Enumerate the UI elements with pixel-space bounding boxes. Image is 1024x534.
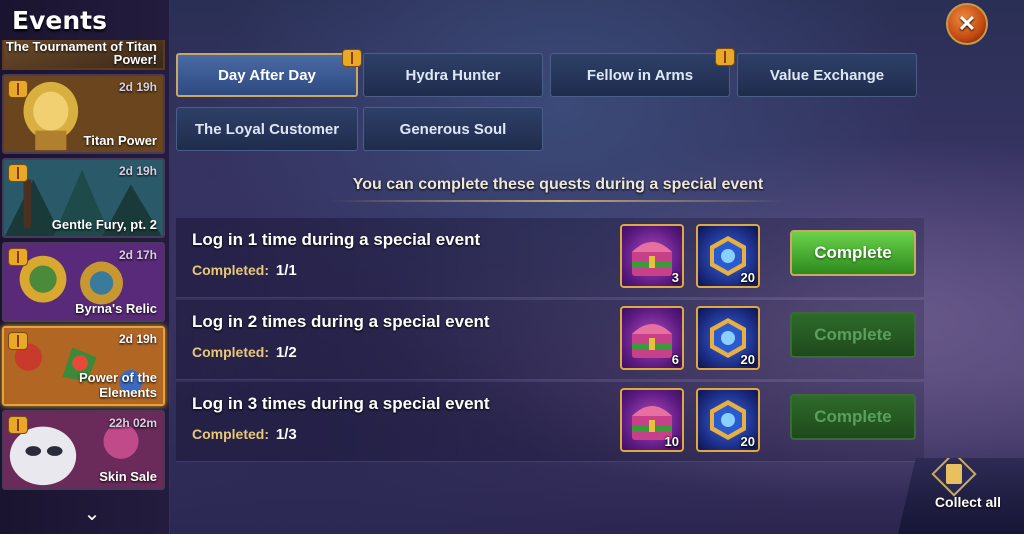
event-tile-name: Titan Power bbox=[83, 133, 157, 148]
event-tile-name: Power of the Elements bbox=[78, 370, 157, 400]
event-timer: 22h 02m bbox=[108, 416, 157, 430]
event-timer: 2d 19h bbox=[118, 332, 157, 346]
event-tile-name: Skin Sale bbox=[99, 469, 157, 484]
reward-count: 20 bbox=[740, 352, 755, 367]
collect-all-button[interactable]: Collect all bbox=[898, 458, 1024, 534]
complete-button[interactable]: Complete bbox=[790, 394, 916, 440]
close-button[interactable]: ✕ bbox=[946, 3, 988, 45]
quest-title: Log in 2 times during a special event bbox=[192, 312, 490, 331]
quest-row: Log in 3 times during a special event Co… bbox=[176, 382, 924, 462]
complete-button[interactable]: Complete bbox=[790, 312, 916, 358]
event-tile-skin-sale[interactable]: 22h 02m Skin Sale bbox=[2, 410, 165, 490]
tab-label: The Loyal Customer bbox=[194, 120, 340, 138]
reward-count: 6 bbox=[671, 352, 679, 367]
tab-label: Value Exchange bbox=[769, 66, 885, 84]
event-tile-name: Byrna's Relic bbox=[75, 301, 157, 316]
reward-count: 20 bbox=[740, 270, 755, 285]
progress-label: Completed: bbox=[192, 344, 269, 360]
tab-label: Generous Soul bbox=[399, 120, 507, 138]
event-tile-name: Gentle Fury, pt. 2 bbox=[51, 217, 157, 232]
event-list: The Tournament of Titan Power! 2d 19h Ti… bbox=[2, 40, 165, 490]
event-tile-tournament[interactable]: The Tournament of Titan Power! bbox=[2, 40, 165, 70]
gift-icon bbox=[8, 416, 28, 434]
quest-title: Log in 3 times during a special event bbox=[192, 394, 490, 413]
event-tile-name: The Tournament of Titan Power! bbox=[5, 40, 157, 67]
reward-count: 3 bbox=[671, 270, 679, 285]
event-tile-byrnas-relic[interactable]: 2d 17h Byrna's Relic bbox=[2, 242, 165, 322]
reward-count: 10 bbox=[664, 434, 679, 449]
progress-value: 1/1 bbox=[275, 262, 297, 279]
progress-value: 1/2 bbox=[275, 344, 297, 361]
progress-label: Completed: bbox=[192, 426, 269, 442]
events-sidebar: Events The Tournament of Titan Power! 2d… bbox=[0, 0, 170, 534]
reward-chest[interactable]: 10 bbox=[620, 388, 684, 452]
scroll-icon bbox=[946, 464, 962, 484]
tab-loyal-customer[interactable]: The Loyal Customer bbox=[176, 107, 358, 151]
event-tile-titan-power[interactable]: 2d 19h Titan Power bbox=[2, 74, 165, 154]
event-timer: 2d 19h bbox=[118, 164, 157, 178]
quest-progress: Completed: 1/1 bbox=[192, 262, 297, 279]
reward-emerald[interactable]: 20 bbox=[696, 306, 760, 370]
chevron-down-icon[interactable]: ⌄ bbox=[80, 504, 104, 524]
quest-progress: Completed: 1/3 bbox=[192, 426, 297, 443]
quest-row: Log in 1 time during a special event Com… bbox=[176, 218, 924, 298]
reward-chest[interactable]: 6 bbox=[620, 306, 684, 370]
tab-label: Day After Day bbox=[218, 66, 316, 84]
collect-all-label: Collect all bbox=[934, 494, 1002, 510]
event-timer: 2d 17h bbox=[118, 248, 157, 262]
progress-value: 1/3 bbox=[275, 426, 297, 443]
tab-day-after-day[interactable]: Day After Day bbox=[176, 49, 362, 97]
gift-icon bbox=[8, 332, 28, 350]
gift-icon bbox=[342, 49, 362, 67]
tab-label: Fellow in Arms bbox=[586, 66, 694, 84]
quest-progress: Completed: 1/2 bbox=[192, 344, 297, 361]
tab-generous-soul[interactable]: Generous Soul bbox=[363, 107, 543, 151]
reward-emerald[interactable]: 20 bbox=[696, 388, 760, 452]
tab-fellow-in-arms[interactable]: Fellow in Arms bbox=[550, 48, 735, 97]
complete-button[interactable]: Complete bbox=[790, 230, 916, 276]
tab-label: Hydra Hunter bbox=[405, 66, 501, 84]
quests-subtitle: You can complete these quests during a s… bbox=[352, 176, 764, 193]
quest-row: Log in 2 times during a special event Co… bbox=[176, 300, 924, 380]
progress-label: Completed: bbox=[192, 262, 269, 278]
gift-icon bbox=[8, 248, 28, 266]
gift-icon bbox=[8, 164, 28, 182]
divider bbox=[330, 200, 786, 202]
tab-value-exchange[interactable]: Value Exchange bbox=[737, 53, 917, 97]
gift-icon bbox=[715, 48, 735, 66]
event-tile-power-of-elements[interactable]: 2d 19h Power of the Elements bbox=[2, 326, 165, 406]
reward-count: 20 bbox=[740, 434, 755, 449]
reward-emerald[interactable]: 20 bbox=[696, 224, 760, 288]
event-tile-gentle-fury[interactable]: 2d 19h Gentle Fury, pt. 2 bbox=[2, 158, 165, 238]
page-title: Events bbox=[12, 6, 107, 35]
gift-icon bbox=[8, 80, 28, 98]
tab-hydra-hunter[interactable]: Hydra Hunter bbox=[363, 53, 543, 97]
reward-chest[interactable]: 3 bbox=[620, 224, 684, 288]
event-timer: 2d 19h bbox=[118, 80, 157, 94]
quest-title: Log in 1 time during a special event bbox=[192, 230, 481, 249]
close-icon: ✕ bbox=[957, 11, 977, 36]
